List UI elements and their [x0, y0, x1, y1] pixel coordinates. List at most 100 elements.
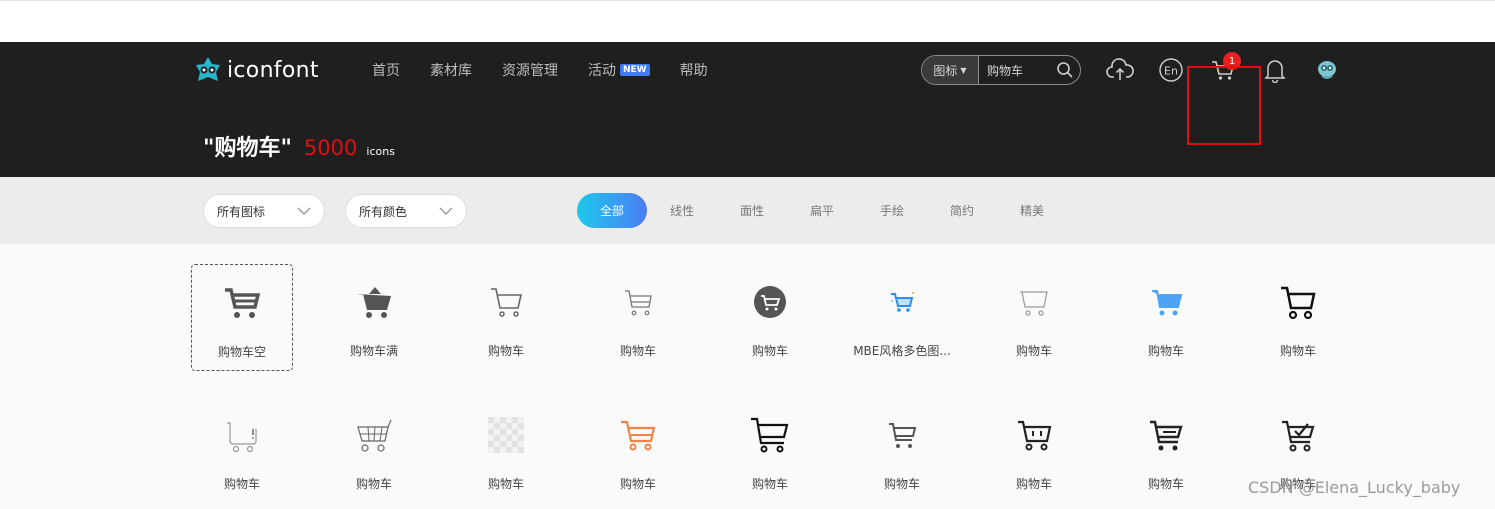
nav-library[interactable]: 素材库	[430, 60, 472, 80]
main-nav: 首页 素材库 资源管理 活动 NEW 帮助	[372, 60, 738, 80]
icon-card[interactable]: 购物车满	[323, 264, 425, 371]
icon-name: 购物车	[487, 477, 524, 491]
icon-type-dropdown-label: 所有图标	[217, 204, 266, 219]
icon-name: 购物车	[751, 344, 788, 358]
icon-card[interactable]: 购物车	[455, 397, 557, 504]
filter-bar: 所有图标 所有颜色 全部 线性 面性 扁平 手绘 简约 精美	[0, 177, 1495, 244]
cart-face-icon	[1014, 415, 1054, 455]
cart-empty-icon	[222, 283, 262, 323]
chevron-down-icon: ▼	[960, 65, 967, 75]
chevron-down-icon	[439, 207, 453, 215]
icon-name: 购物车空	[217, 345, 266, 359]
nav-activity[interactable]: 活动 NEW	[588, 60, 650, 80]
icon-name: 购物车	[487, 344, 524, 358]
query-unit: icons	[366, 145, 395, 158]
avatar[interactable]	[1312, 56, 1340, 84]
icon-name: 购物车	[883, 477, 920, 491]
bell-icon[interactable]	[1261, 56, 1289, 84]
query-term: "购物车"	[203, 136, 292, 161]
new-badge: NEW	[620, 64, 650, 76]
tab-filled[interactable]: 面性	[717, 202, 787, 219]
cart-mbe-icon	[882, 282, 922, 322]
style-tabs: 全部 线性 面性 扁平 手绘 简约 精美	[577, 193, 1067, 228]
tab-all[interactable]: 全部	[577, 193, 647, 228]
cart-thin-icon	[618, 282, 658, 322]
tab-linear[interactable]: 线性	[647, 202, 717, 219]
cart-full-icon	[354, 282, 394, 322]
icon-card[interactable]: MBE风格多色图...	[851, 264, 953, 371]
cart-transparent-icon	[486, 415, 526, 455]
nav-help[interactable]: 帮助	[680, 60, 708, 80]
cart-grid-icon	[354, 415, 394, 455]
icon-name: MBE风格多色图...	[853, 344, 951, 358]
icon-card[interactable]: 购物车	[719, 397, 821, 504]
tab-handdrawn[interactable]: 手绘	[857, 202, 927, 219]
icon-name: 购物车	[619, 344, 656, 358]
tab-exquisite[interactable]: 精美	[997, 202, 1067, 219]
icon-name: 购物车	[1279, 344, 1316, 358]
cart-bold-icon	[1278, 282, 1318, 322]
site-header: iconfont 首页 素材库 资源管理 活动 NEW 帮助 图标 ▼ 购物车 …	[0, 42, 1495, 177]
cart-orange-icon	[618, 415, 658, 455]
query-count: 5000	[303, 136, 358, 160]
search-type-select[interactable]: 图标 ▼	[922, 56, 979, 84]
search-icon	[1057, 62, 1073, 78]
icon-name: 购物车	[1147, 344, 1184, 358]
cart-black-icon	[750, 415, 790, 455]
upload-icon[interactable]	[1106, 56, 1134, 84]
nav-activity-label: 活动	[588, 63, 616, 79]
chevron-down-icon	[297, 207, 311, 215]
browser-top-gap	[0, 0, 1495, 42]
search-summary: "购物车" 5000 icons	[203, 130, 395, 162]
icon-name: 购物车满	[349, 344, 398, 358]
color-dropdown[interactable]: 所有颜色	[345, 194, 467, 228]
icon-card[interactable]: 购物车	[983, 264, 1085, 371]
cart-outline-icon	[486, 282, 526, 322]
icon-card[interactable]: 购物车	[1115, 264, 1217, 371]
icon-card[interactable]: 购物车	[587, 264, 689, 371]
cart-count-badge: 1	[1223, 52, 1241, 70]
icon-type-dropdown[interactable]: 所有图标	[203, 194, 325, 228]
icon-card[interactable]: 购物车	[851, 397, 953, 504]
cart-blue-icon	[1146, 282, 1186, 322]
icon-card[interactable]: 购物车	[323, 397, 425, 504]
icon-card[interactable]: 购物车	[191, 397, 293, 504]
icon-name: 购物车	[1015, 344, 1052, 358]
cart-check-icon	[1278, 415, 1318, 455]
cart-icon[interactable]: 1	[1209, 52, 1241, 84]
icon-name: 购物车	[355, 477, 392, 491]
icon-card[interactable]: 购物车	[587, 397, 689, 504]
icon-name: 购物车	[223, 477, 260, 491]
icon-card[interactable]: 购物车	[455, 264, 557, 371]
icon-name: 购物车	[1015, 477, 1052, 491]
logo-text: iconfont	[227, 57, 319, 83]
icon-name: 购物车	[1147, 477, 1184, 491]
nav-resources[interactable]: 资源管理	[502, 60, 558, 80]
color-dropdown-label: 所有颜色	[359, 204, 408, 219]
language-label: En	[1164, 65, 1178, 78]
cart-gray-icon	[882, 415, 922, 455]
cart-lines-icon	[1146, 415, 1186, 455]
icon-card[interactable]: 购物车	[1115, 397, 1217, 504]
search-type-label: 图标	[933, 63, 958, 78]
nav-home[interactable]: 首页	[372, 60, 400, 80]
cart-light-icon	[1014, 282, 1054, 322]
icon-name: 购物车	[751, 477, 788, 491]
search-box: 图标 ▼	[921, 55, 1081, 85]
icon-card[interactable]: 购物车	[1247, 264, 1349, 371]
search-button[interactable]	[1050, 56, 1080, 84]
search-input[interactable]	[979, 56, 1050, 84]
icon-card[interactable]: 购物车空	[191, 264, 293, 371]
icon-card[interactable]: 购物车	[719, 264, 821, 371]
results-area: 购物车空 购物车满 购物车 购物车 购物车 MBE风格多色图... 购物车 购物…	[0, 244, 1495, 509]
logo[interactable]: iconfont	[193, 55, 319, 85]
watermark: CSDN @Elena_Lucky_baby	[1248, 478, 1461, 497]
language-en-icon[interactable]: En	[1157, 56, 1185, 84]
logo-icon	[196, 57, 220, 81]
tab-flat[interactable]: 扁平	[787, 202, 857, 219]
icon-name: 购物车	[619, 477, 656, 491]
tab-simple[interactable]: 简约	[927, 202, 997, 219]
cart-info-icon	[222, 415, 262, 455]
icon-card[interactable]: 购物车	[983, 397, 1085, 504]
cart-circle-icon	[750, 282, 790, 322]
